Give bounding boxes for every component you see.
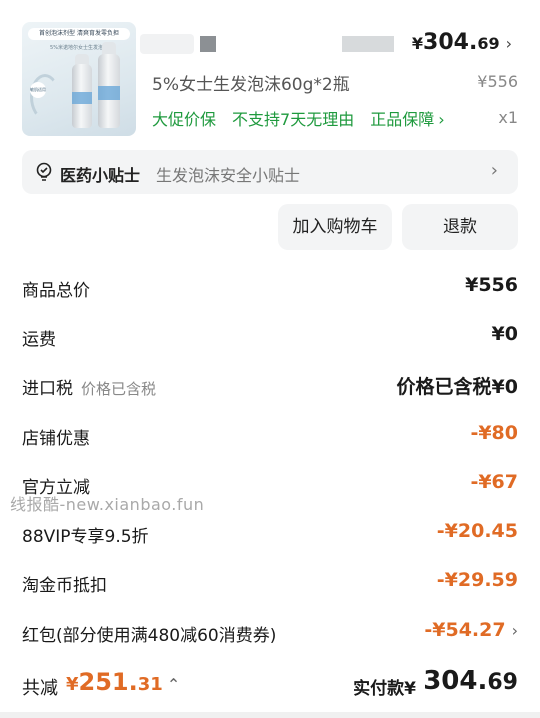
fee-row: 进口税 价格已含税 价格已含税¥0: [22, 370, 518, 400]
chevron-right-icon: ›: [438, 110, 445, 129]
fee-value: -¥54.27: [424, 619, 506, 641]
thumbnail-slogan: 首创泡沫剂型 清爽育发零负担: [28, 28, 130, 40]
price-integer: 304.: [423, 30, 478, 55]
saved-integer: 251.: [78, 668, 138, 696]
fee-value: -¥80: [470, 422, 518, 444]
add-to-cart-button[interactable]: 加入购物车: [278, 204, 392, 250]
watermark: 线报酷-new.xianbao.fun: [10, 495, 205, 514]
tag-authentic: 正品保障: [370, 110, 435, 129]
tag-price-protection: 大促价保: [152, 110, 217, 129]
fee-row: 运费 ¥0: [22, 321, 518, 351]
bottom-divider: [0, 712, 540, 718]
fee-label: 淘金币抵扣: [22, 576, 107, 596]
fee-label: 红包(部分使用满480减60消费券): [22, 626, 277, 646]
order-total-bar: 共减 ¥251.31 ⌃ 实付款¥ 304.69: [22, 664, 518, 706]
fee-row: 88VIP专享9.5折 -¥20.45: [22, 518, 518, 548]
currency-symbol: ¥: [66, 674, 79, 695]
fee-value: -¥67: [470, 471, 518, 493]
pay-amount: 304.69: [423, 666, 518, 696]
fee-label: 商品总价: [22, 281, 90, 301]
fee-label: 进口税: [22, 379, 73, 399]
thumbnail-badge: 敏肌适用: [30, 82, 46, 98]
order-product-card[interactable]: 首创泡沫剂型 清爽育发零负担 5%米诺地尔女士生发泡沫 敏肌适用 ¥304.69…: [22, 22, 518, 136]
saved-amount[interactable]: ¥251.31 ⌃: [66, 668, 180, 696]
fee-value: -¥20.45: [436, 520, 518, 542]
chevron-right-icon: ›: [490, 160, 498, 181]
original-price: ¥556: [477, 72, 518, 91]
fee-value: ¥0: [491, 323, 518, 345]
bottle-label: [98, 86, 120, 100]
lightbulb-icon: [36, 162, 52, 181]
service-tags[interactable]: 大促价保 不支持7天无理由 正品保障 ›: [152, 106, 461, 130]
fee-label: 运费: [22, 330, 56, 350]
saved-label: 共减: [22, 678, 58, 699]
quantity: x1: [498, 108, 518, 127]
redacted-block: [342, 36, 394, 52]
fee-value: -¥29.59: [436, 569, 518, 591]
tag-no-return: 不支持7天无理由: [232, 110, 355, 129]
redacted-store-name: [140, 34, 194, 54]
tip-text: 生发泡沫安全小贴士: [156, 166, 301, 185]
pay-integer: 304.: [423, 666, 488, 696]
fee-hint: 价格已含税: [81, 380, 157, 398]
refund-button[interactable]: 退款: [402, 204, 518, 250]
saved-decimal: 31: [137, 674, 163, 695]
redacted-block: [200, 36, 216, 52]
red-packet-row[interactable]: 红包(部分使用满480减60消费券) -¥54.27 ›: [22, 617, 518, 647]
currency-symbol: ¥: [411, 34, 424, 53]
pay-decimal: 69: [487, 670, 518, 695]
fee-value: ¥556: [465, 274, 518, 296]
fee-row: 商品总价 ¥556: [22, 272, 518, 302]
pay-label: 实付款¥: [353, 679, 416, 699]
tip-title: 医药小贴士: [60, 166, 141, 185]
fee-label: 店铺优惠: [22, 429, 90, 449]
chevron-right-icon[interactable]: ›: [512, 621, 518, 640]
chevron-right-icon[interactable]: ›: [506, 34, 512, 53]
fee-label-wrap: 进口税 价格已含税: [22, 374, 156, 399]
product-name[interactable]: 5%女士生发泡沫60g*2瓶: [152, 70, 350, 95]
fee-value: 价格已含税¥0: [396, 376, 518, 398]
fee-label: 88VIP专享9.5折: [22, 527, 149, 547]
chevron-up-icon[interactable]: ⌃: [167, 675, 180, 694]
fee-value-wrap: -¥54.27 ›: [424, 619, 518, 641]
fee-row: 淘金币抵扣 -¥29.59: [22, 567, 518, 597]
price-decimal: 69: [477, 34, 500, 53]
medical-tip-banner[interactable]: 医药小贴士 生发泡沫安全小贴士 ›: [22, 150, 518, 194]
fee-row: 店铺优惠 -¥80: [22, 420, 518, 450]
bottle-label: [72, 92, 92, 104]
product-thumbnail[interactable]: 首创泡沫剂型 清爽育发零负担 5%米诺地尔女士生发泡沫 敏肌适用: [22, 22, 136, 136]
paid-price[interactable]: ¥304.69 ›: [412, 30, 512, 55]
